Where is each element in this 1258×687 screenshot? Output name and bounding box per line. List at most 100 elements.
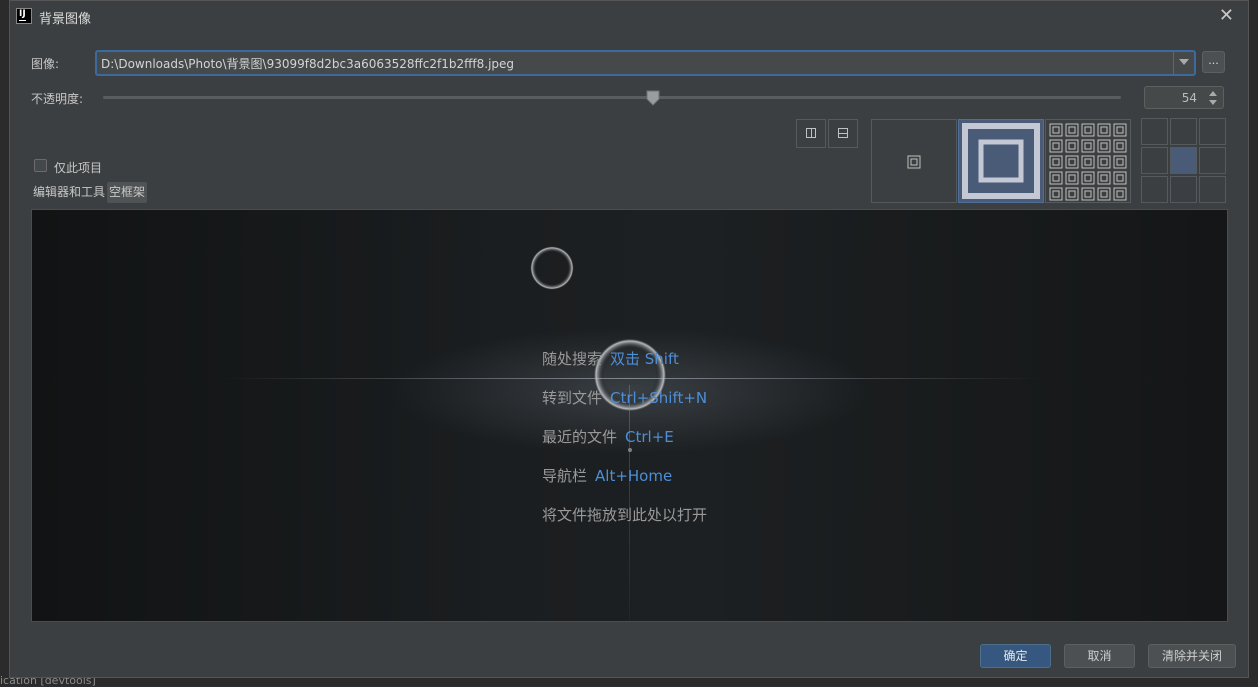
flip-horizontal-button[interactable] xyxy=(796,119,826,148)
chevron-down-icon[interactable] xyxy=(1179,59,1189,65)
spinner-down-icon[interactable] xyxy=(1209,100,1217,105)
tile-cell-inner xyxy=(1068,126,1076,134)
tile-cell-inner xyxy=(1052,190,1060,198)
tile-cell xyxy=(1081,123,1095,137)
hint-shortcut: Ctrl+Shift+N xyxy=(610,389,708,407)
opacity-spinner[interactable]: 54 xyxy=(1144,86,1224,109)
tab-editor-and-tools[interactable]: 编辑器和工具 xyxy=(31,182,107,203)
tile-cell xyxy=(1113,187,1127,201)
tile-cell-inner xyxy=(1068,190,1076,198)
tile-cell xyxy=(1065,123,1079,137)
tile-cell-inner xyxy=(1084,126,1092,134)
tile-cell-inner xyxy=(1052,174,1060,182)
hint-recent-files: 最近的文件 Ctrl+E xyxy=(542,426,674,447)
hint-navigation-bar: 导航栏 Alt+Home xyxy=(542,465,672,486)
tile-cell xyxy=(1049,123,1063,137)
image-path-input[interactable] xyxy=(101,55,1166,72)
tile-cell-inner xyxy=(1100,190,1108,198)
hint-text: 导航栏 xyxy=(542,467,588,485)
anchor-top-right[interactable] xyxy=(1199,118,1226,145)
tile-cell xyxy=(1049,139,1063,153)
tile-cell xyxy=(1081,139,1095,153)
tile-cell-inner xyxy=(1116,190,1124,198)
this-project-only-label: 仅此项目 xyxy=(54,161,103,175)
tile-cell-inner xyxy=(1116,126,1124,134)
tile-cell xyxy=(1097,171,1111,185)
fill-tile-option[interactable] xyxy=(1045,119,1131,203)
hint-text: 最近的文件 xyxy=(542,428,618,446)
split-horizontal-icon xyxy=(838,128,848,138)
tile-cell-inner xyxy=(1084,190,1092,198)
background-image-dialog: IJ 背景图像 ✕ 图像: ... 不透明度: 54 xyxy=(9,0,1249,678)
tile-cell xyxy=(1049,171,1063,185)
tile-cell-inner xyxy=(1068,142,1076,150)
hint-text: 将文件拖放到此处以打开 xyxy=(542,506,708,524)
tile-cell-inner xyxy=(1100,142,1108,150)
tile-cell-inner xyxy=(1052,142,1060,150)
horizon-glow xyxy=(222,378,1042,379)
tab-empty-frame[interactable]: 空框架 xyxy=(107,182,148,203)
hint-search-everywhere: 随处搜索 双击 Shift xyxy=(542,348,679,369)
anchor-position-grid xyxy=(1141,118,1228,204)
tile-cell-inner xyxy=(1116,142,1124,150)
anchor-middle-left[interactable] xyxy=(1141,147,1168,174)
tile-cell xyxy=(1113,171,1127,185)
image-path-combobox[interactable] xyxy=(95,50,1196,76)
tile-cell-inner xyxy=(1116,158,1124,166)
fill-scale-option[interactable] xyxy=(958,119,1044,203)
tile-cell xyxy=(1065,155,1079,169)
orb-small xyxy=(530,246,574,290)
opacity-slider[interactable] xyxy=(103,96,1121,99)
tile-cell-inner xyxy=(1052,126,1060,134)
background-ide-right-strip xyxy=(1248,0,1258,686)
tile-cell xyxy=(1097,155,1111,169)
hint-shortcut: Alt+Home xyxy=(595,467,673,485)
tile-cell-inner xyxy=(1100,126,1108,134)
tile-cell xyxy=(1113,155,1127,169)
center-fill-icon xyxy=(907,155,921,169)
background-preview: 随处搜索 双击 Shift 转到文件 Ctrl+Shift+N 最近的文件 Ctrl+… xyxy=(31,209,1228,622)
tile-cell-inner xyxy=(1084,142,1092,150)
background-ide-strip xyxy=(0,0,9,686)
hint-go-to-file: 转到文件 Ctrl+Shift+N xyxy=(542,387,707,408)
cancel-button[interactable]: 取消 xyxy=(1064,644,1135,668)
anchor-middle-right[interactable] xyxy=(1199,147,1226,174)
opacity-slider-thumb[interactable] xyxy=(646,90,660,106)
opacity-label: 不透明度: xyxy=(31,92,84,106)
tile-fill-icon xyxy=(1049,123,1127,201)
this-project-only-checkbox[interactable] xyxy=(34,159,47,172)
image-label: 图像: xyxy=(31,57,60,71)
anchor-top-center[interactable] xyxy=(1170,118,1197,145)
clear-and-close-button[interactable]: 清除并关闭 xyxy=(1148,644,1236,668)
spinner-up-icon[interactable] xyxy=(1209,91,1217,96)
tile-cell xyxy=(1113,139,1127,153)
anchor-top-left[interactable] xyxy=(1141,118,1168,145)
hint-shortcut: 双击 Shift xyxy=(610,350,679,368)
flip-vertical-button[interactable] xyxy=(828,119,858,148)
preview-decoration xyxy=(530,246,667,452)
anchor-center[interactable] xyxy=(1170,147,1197,174)
tile-cell xyxy=(1113,123,1127,137)
tile-cell-inner xyxy=(1068,158,1076,166)
ok-button[interactable]: 确定 xyxy=(980,644,1051,668)
anchor-bottom-right[interactable] xyxy=(1199,176,1226,203)
tile-cell xyxy=(1097,123,1111,137)
tile-cell xyxy=(1065,139,1079,153)
anchor-bottom-center[interactable] xyxy=(1170,176,1197,203)
tile-cell xyxy=(1049,187,1063,201)
tile-cell xyxy=(1081,187,1095,201)
hint-shortcut: Ctrl+E xyxy=(625,428,674,446)
scale-fill-icon xyxy=(959,120,1043,202)
browse-button[interactable]: ... xyxy=(1202,51,1225,73)
hint-text: 转到文件 xyxy=(542,389,603,407)
opacity-value: 54 xyxy=(1181,91,1197,105)
tile-cell-inner xyxy=(1100,158,1108,166)
tile-cell xyxy=(1081,155,1095,169)
hint-text: 随处搜索 xyxy=(542,350,603,368)
fill-center-option[interactable] xyxy=(871,119,957,203)
anchor-bottom-left[interactable] xyxy=(1141,176,1168,203)
close-icon[interactable]: ✕ xyxy=(1219,5,1234,26)
tile-cell-inner xyxy=(1084,174,1092,182)
intellij-logo-icon: IJ xyxy=(16,8,32,24)
tile-cell xyxy=(1065,171,1079,185)
